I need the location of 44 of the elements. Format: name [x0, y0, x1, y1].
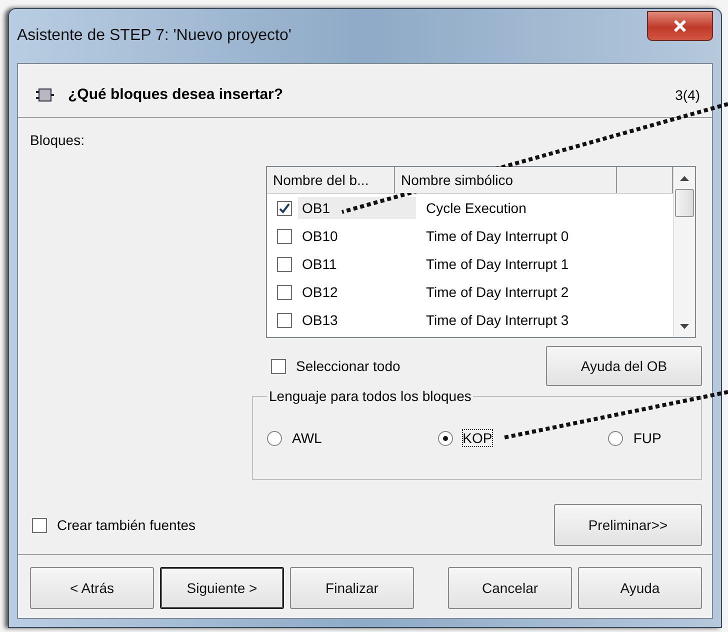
dialog-button[interactable]: Ayuda — [578, 567, 702, 609]
radio-button[interactable] — [608, 430, 624, 446]
block-symbol: Time of Day Interrupt 2 — [426, 284, 569, 300]
checkbox[interactable] — [271, 358, 286, 374]
scroll-up-icon[interactable] — [680, 176, 689, 181]
scroll-down-icon[interactable] — [680, 324, 689, 329]
block-name[interactable]: OB10 — [298, 225, 416, 247]
block-name[interactable]: OB1 — [298, 197, 416, 219]
wizard-button[interactable]: < Atrás — [30, 567, 154, 609]
block-symbol: Cycle Execution — [426, 200, 526, 216]
page-heading: ¿Qué bloques desea insertar? — [68, 86, 284, 103]
ob-help-button[interactable]: Ayuda del OB — [546, 346, 702, 386]
group-title: Lenguaje para todos los bloques — [268, 388, 472, 404]
checkbox[interactable] — [277, 200, 292, 216]
block-name[interactable]: OB13 — [298, 309, 416, 331]
dialog-button[interactable]: Cancelar — [448, 567, 572, 609]
checkbox[interactable] — [277, 312, 292, 328]
close-button[interactable] — [647, 11, 713, 41]
block-symbol: Time of Day Interrupt 3 — [426, 312, 569, 328]
language-radio[interactable]: AWL — [267, 430, 346, 446]
field-label: Bloques: — [30, 132, 86, 150]
create-sources-checkbox[interactable]: Crear también fuentes — [32, 517, 196, 533]
checkbox[interactable] — [32, 518, 47, 532]
scrollbar[interactable] — [673, 167, 695, 337]
close-icon — [673, 20, 687, 32]
language-radio[interactable]: KOP — [438, 430, 516, 446]
block-symbol: Time of Day Interrupt 1 — [426, 256, 569, 272]
radio-button[interactable] — [267, 430, 282, 446]
radio-button[interactable] — [438, 430, 453, 446]
wizard-button[interactable]: Siguiente > — [160, 567, 284, 609]
step-counter: 3(4) — [675, 86, 700, 102]
checkbox[interactable] — [277, 228, 292, 244]
scroll-thumb[interactable] — [675, 189, 694, 217]
preview-button[interactable]: Preliminar>> — [554, 504, 702, 546]
checkbox[interactable] — [277, 284, 292, 300]
checkbox[interactable] — [277, 256, 292, 272]
wizard-button[interactable]: Finalizar — [290, 567, 414, 609]
block-icon — [36, 88, 54, 102]
select-all-checkbox[interactable]: Seleccionar todo — [271, 358, 400, 374]
block-symbol: Time of Day Interrupt 0 — [426, 228, 569, 244]
language-radio[interactable]: FUP — [608, 430, 688, 446]
block-name[interactable]: OB11 — [298, 253, 416, 275]
window-title: Asistente de STEP 7: 'Nuevo proyecto' — [17, 27, 292, 45]
block-name[interactable]: OB12 — [298, 281, 416, 303]
